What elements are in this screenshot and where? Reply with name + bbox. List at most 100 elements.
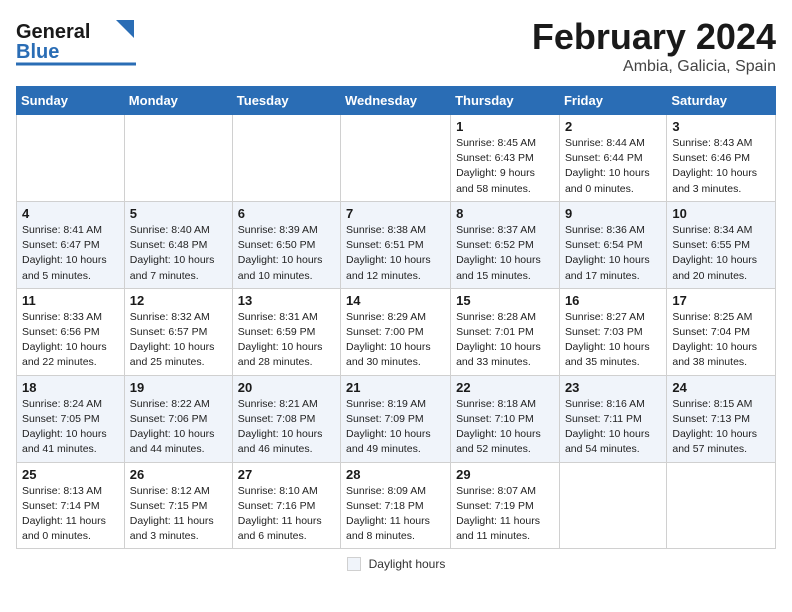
calendar-cell: 28Sunrise: 8:09 AM Sunset: 7:18 PM Dayli… <box>341 462 451 549</box>
calendar-cell: 21 Sunrise: 8:19 AM Sunset: 7:09 PM Dayli… <box>341 375 451 462</box>
calendar-cell: 9Sunrise: 8:36 AM Sunset: 6:54 PM Daylig… <box>559 201 666 288</box>
calendar-cell: 1 Sunrise: 8:45 AM Sunset: 6:43 PM Daylig… <box>451 115 560 202</box>
day-info: Sunrise: 8:19 AM Sunset: 7:09 PM Dayligh… <box>346 397 445 458</box>
calendar-cell: 5 Sunrise: 8:40 AM Sunset: 6:48 PM Daylig… <box>124 201 232 288</box>
day-number: 7 <box>346 206 445 221</box>
day-number: 24 <box>672 380 770 395</box>
day-number: 20 <box>238 380 335 395</box>
calendar-cell: 18 Sunrise: 8:24 AM Sunset: 7:05 PM Dayli… <box>17 375 125 462</box>
day-info: Sunrise: 8:39 AM Sunset: 6:50 PM Dayligh… <box>238 223 335 284</box>
daylight-box <box>347 557 361 571</box>
week-row-2: 4Sunrise: 8:41 AM Sunset: 6:47 PM Daylig… <box>17 201 776 288</box>
calendar-cell: 2Sunrise: 8:44 AM Sunset: 6:44 PM Daylig… <box>559 115 666 202</box>
calendar-cell: 19 Sunrise: 8:22 AM Sunset: 7:06 PM Dayli… <box>124 375 232 462</box>
day-info: Sunrise: 8:40 AM Sunset: 6:48 PM Dayligh… <box>130 223 227 284</box>
calendar-cell: 27Sunrise: 8:10 AM Sunset: 7:16 PM Dayli… <box>232 462 340 549</box>
day-info: Sunrise: 8:37 AM Sunset: 6:52 PM Dayligh… <box>456 223 554 284</box>
calendar-cell: 23 Sunrise: 8:16 AM Sunset: 7:11 PM Dayli… <box>559 375 666 462</box>
svg-text:Blue: Blue <box>16 41 59 63</box>
day-number: 12 <box>130 293 227 308</box>
day-number: 10 <box>672 206 770 221</box>
header: General Blue February 2024 Ambia, Galici… <box>16 16 776 76</box>
day-info: Sunrise: 8:09 AM Sunset: 7:18 PM Dayligh… <box>346 484 445 545</box>
calendar-cell: 6 Sunrise: 8:39 AM Sunset: 6:50 PM Daylig… <box>232 201 340 288</box>
weekday-header-saturday: Saturday <box>667 87 776 115</box>
logo-text-group: General Blue <box>16 16 146 66</box>
calendar-cell: 14 Sunrise: 8:29 AM Sunset: 7:00 PM Dayli… <box>341 288 451 375</box>
day-info: Sunrise: 8:22 AM Sunset: 7:06 PM Dayligh… <box>130 397 227 458</box>
day-info: Sunrise: 8:12 AM Sunset: 7:15 PM Dayligh… <box>130 484 227 545</box>
day-number: 25 <box>22 467 119 482</box>
calendar-table: SundayMondayTuesdayWednesdayThursdayFrid… <box>16 86 776 549</box>
day-info: Sunrise: 8:25 AM Sunset: 7:04 PM Dayligh… <box>672 310 770 371</box>
title-section: February 2024 Ambia, Galicia, Spain <box>532 16 776 76</box>
day-info: Sunrise: 8:21 AM Sunset: 7:08 PM Dayligh… <box>238 397 335 458</box>
week-row-4: 18 Sunrise: 8:24 AM Sunset: 7:05 PM Dayli… <box>17 375 776 462</box>
day-number: 21 <box>346 380 445 395</box>
location-title: Ambia, Galicia, Spain <box>532 58 776 76</box>
calendar-cell: 8 Sunrise: 8:37 AM Sunset: 6:52 PM Daylig… <box>451 201 560 288</box>
day-number: 11 <box>22 293 119 308</box>
day-number: 18 <box>22 380 119 395</box>
footer: Daylight hours <box>16 557 776 571</box>
day-info: Sunrise: 8:29 AM Sunset: 7:00 PM Dayligh… <box>346 310 445 371</box>
day-number: 3 <box>672 119 770 134</box>
calendar-cell: 17 Sunrise: 8:25 AM Sunset: 7:04 PM Dayli… <box>667 288 776 375</box>
day-info: Sunrise: 8:07 AM Sunset: 7:19 PM Dayligh… <box>456 484 554 545</box>
day-number: 17 <box>672 293 770 308</box>
calendar-cell <box>667 462 776 549</box>
weekday-header-thursday: Thursday <box>451 87 560 115</box>
day-info: Sunrise: 8:32 AM Sunset: 6:57 PM Dayligh… <box>130 310 227 371</box>
week-row-3: 11 Sunrise: 8:33 AM Sunset: 6:56 PM Dayli… <box>17 288 776 375</box>
day-number: 26 <box>130 467 227 482</box>
weekday-header-sunday: Sunday <box>17 87 125 115</box>
day-info: Sunrise: 8:27 AM Sunset: 7:03 PM Dayligh… <box>565 310 661 371</box>
day-number: 1 <box>456 119 554 134</box>
day-info: Sunrise: 8:18 AM Sunset: 7:10 PM Dayligh… <box>456 397 554 458</box>
daylight-label: Daylight hours <box>369 557 446 571</box>
day-number: 15 <box>456 293 554 308</box>
day-info: Sunrise: 8:33 AM Sunset: 6:56 PM Dayligh… <box>22 310 119 371</box>
calendar-cell: 11 Sunrise: 8:33 AM Sunset: 6:56 PM Dayli… <box>17 288 125 375</box>
day-info: Sunrise: 8:45 AM Sunset: 6:43 PM Dayligh… <box>456 136 554 197</box>
day-number: 8 <box>456 206 554 221</box>
calendar-cell: 7 Sunrise: 8:38 AM Sunset: 6:51 PM Daylig… <box>341 201 451 288</box>
day-info: Sunrise: 8:43 AM Sunset: 6:46 PM Dayligh… <box>672 136 770 197</box>
calendar-cell: 16 Sunrise: 8:27 AM Sunset: 7:03 PM Dayli… <box>559 288 666 375</box>
day-number: 14 <box>346 293 445 308</box>
calendar-cell: 24Sunrise: 8:15 AM Sunset: 7:13 PM Dayli… <box>667 375 776 462</box>
calendar-cell: 26 Sunrise: 8:12 AM Sunset: 7:15 PM Dayli… <box>124 462 232 549</box>
calendar-cell <box>17 115 125 202</box>
day-info: Sunrise: 8:10 AM Sunset: 7:16 PM Dayligh… <box>238 484 335 545</box>
calendar-cell: 20 Sunrise: 8:21 AM Sunset: 7:08 PM Dayli… <box>232 375 340 462</box>
week-row-1: 1 Sunrise: 8:45 AM Sunset: 6:43 PM Daylig… <box>17 115 776 202</box>
day-info: Sunrise: 8:38 AM Sunset: 6:51 PM Dayligh… <box>346 223 445 284</box>
day-info: Sunrise: 8:16 AM Sunset: 7:11 PM Dayligh… <box>565 397 661 458</box>
calendar-cell <box>559 462 666 549</box>
calendar-cell: 22 Sunrise: 8:18 AM Sunset: 7:10 PM Dayli… <box>451 375 560 462</box>
weekday-header-row: SundayMondayTuesdayWednesdayThursdayFrid… <box>17 87 776 115</box>
calendar-cell: 25 Sunrise: 8:13 AM Sunset: 7:14 PM Dayli… <box>17 462 125 549</box>
logo: General Blue <box>16 16 146 66</box>
day-number: 19 <box>130 380 227 395</box>
day-info: Sunrise: 8:13 AM Sunset: 7:14 PM Dayligh… <box>22 484 119 545</box>
day-info: Sunrise: 8:24 AM Sunset: 7:05 PM Dayligh… <box>22 397 119 458</box>
day-info: Sunrise: 8:36 AM Sunset: 6:54 PM Dayligh… <box>565 223 661 284</box>
weekday-header-wednesday: Wednesday <box>341 87 451 115</box>
weekday-header-friday: Friday <box>559 87 666 115</box>
day-number: 23 <box>565 380 661 395</box>
week-row-5: 25 Sunrise: 8:13 AM Sunset: 7:14 PM Dayli… <box>17 462 776 549</box>
day-number: 5 <box>130 206 227 221</box>
day-number: 4 <box>22 206 119 221</box>
svg-text:General: General <box>16 21 90 43</box>
calendar-cell <box>341 115 451 202</box>
day-number: 22 <box>456 380 554 395</box>
day-number: 13 <box>238 293 335 308</box>
calendar-cell: 13Sunrise: 8:31 AM Sunset: 6:59 PM Dayli… <box>232 288 340 375</box>
calendar-cell: 3 Sunrise: 8:43 AM Sunset: 6:46 PM Daylig… <box>667 115 776 202</box>
weekday-header-monday: Monday <box>124 87 232 115</box>
calendar-cell: 29Sunrise: 8:07 AM Sunset: 7:19 PM Dayli… <box>451 462 560 549</box>
day-info: Sunrise: 8:44 AM Sunset: 6:44 PM Dayligh… <box>565 136 661 197</box>
day-number: 6 <box>238 206 335 221</box>
day-number: 16 <box>565 293 661 308</box>
